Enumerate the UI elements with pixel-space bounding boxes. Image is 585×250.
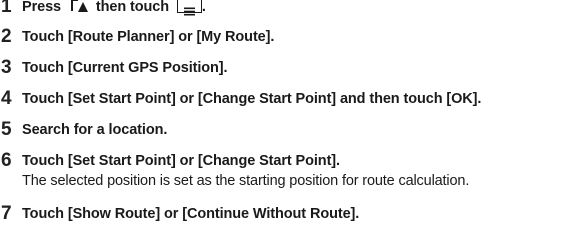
home-button-icon xyxy=(70,0,88,12)
step-number: 7 xyxy=(1,203,12,224)
step-instruction: Touch [Current GPS Position]. xyxy=(22,60,228,76)
step-5: 5 Search for a location. xyxy=(0,115,585,145)
step-text-press: Press xyxy=(22,0,65,15)
step-text-then-touch: then touch xyxy=(91,0,173,15)
step-number: 4 xyxy=(1,88,12,109)
step-4: 4 Touch [Set Start Point] or [Change Sta… xyxy=(0,84,585,114)
step-number: 6 xyxy=(1,150,12,171)
step-6: 6 Touch [Set Start Point] or [Change Sta… xyxy=(0,146,585,198)
step-2: 2 Touch [Route Planner] or [My Route]. xyxy=(0,22,585,52)
step-instruction: Touch [Route Planner] or [My Route]. xyxy=(22,29,275,45)
step-instruction: Press then touch . xyxy=(22,0,206,22)
step-3: 3 Touch [Current GPS Position]. xyxy=(0,53,585,83)
step-number: 5 xyxy=(1,119,12,140)
step-number: 1 xyxy=(1,0,12,17)
step-number: 2 xyxy=(1,26,12,47)
step-instruction: Search for a location. xyxy=(22,122,168,138)
step-7: 7 Touch [Show Route] or [Continue Withou… xyxy=(0,199,585,229)
step-note: The selected position is set as the star… xyxy=(22,173,470,189)
menu-button-icon xyxy=(176,0,202,16)
step-number: 3 xyxy=(1,57,12,78)
step-1: 1 Press then touch . xyxy=(0,0,585,22)
step-instruction: Touch [Show Route] or [Continue Without … xyxy=(22,206,360,222)
step-text-period: . xyxy=(201,0,206,15)
step-instruction: Touch [Set Start Point] or [Change Start… xyxy=(22,91,482,107)
